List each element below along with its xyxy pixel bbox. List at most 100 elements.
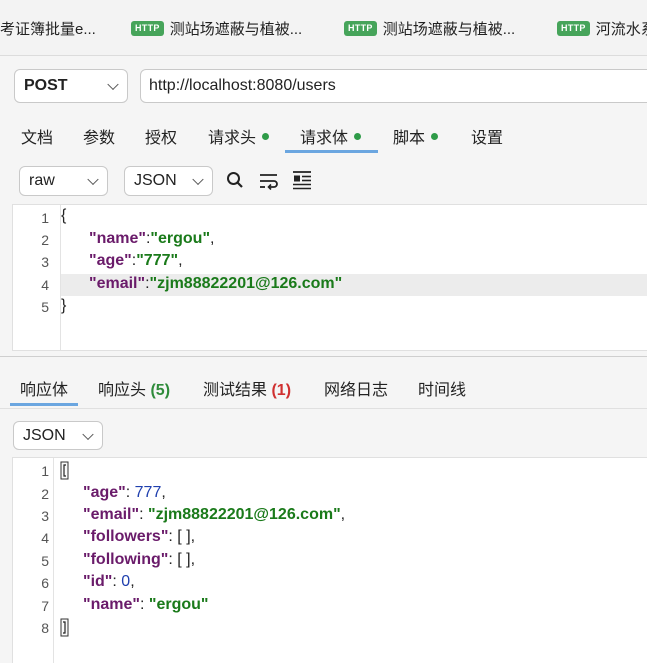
code-line: "followers": [ ], — [83, 528, 196, 545]
tab-label: 参数 — [83, 130, 116, 147]
tab-label: 网络日志 — [324, 382, 389, 399]
code-line: { — [61, 207, 66, 225]
tab-label: 响应体 — [20, 382, 69, 399]
json-key: "email" — [89, 275, 146, 292]
active-tab-indicator — [285, 150, 378, 153]
request-tab[interactable]: HTTP 河流水系 — [557, 15, 647, 41]
tab-params[interactable]: 参数 — [83, 124, 115, 148]
json-key: "followers" — [83, 528, 169, 545]
line-number: 2 — [41, 232, 49, 248]
method-select[interactable]: POST — [14, 69, 128, 103]
panel-divider[interactable] — [0, 356, 647, 357]
tab-settings[interactable]: 设置 — [471, 124, 503, 148]
url-value: http://localhost:8080/users — [149, 77, 336, 94]
response-body-viewer[interactable]: 1 2 3 4 5 6 7 8 "age": 777, "email": "zj… — [12, 457, 647, 663]
json-string: "zjm88822201@126.com" — [147, 506, 341, 523]
body-mode-select[interactable]: raw — [19, 166, 108, 196]
line-number: 3 — [41, 254, 49, 270]
json-string: "ergou" — [148, 596, 209, 613]
code-line: "id": 0, — [83, 573, 135, 590]
tab-label: 请求体 — [300, 130, 349, 147]
status-dot — [262, 133, 270, 141]
chevron-down-icon — [87, 173, 99, 186]
tab-label: 时间线 — [418, 382, 467, 399]
bracket-match-icon — [60, 461, 69, 480]
tab-test-results[interactable]: 测试结果 (1) — [203, 376, 291, 400]
line-number: 1 — [41, 463, 49, 479]
response-format-value: JSON — [23, 426, 66, 444]
tab-network-log[interactable]: 网络日志 — [324, 376, 388, 400]
tab-label: 脚本 — [393, 130, 426, 147]
response-format-select[interactable]: JSON — [13, 421, 103, 450]
brace: } — [61, 297, 67, 314]
tab-timeline[interactable]: 时间线 — [418, 376, 466, 400]
json-key: "name" — [89, 230, 146, 247]
code-line: "name":"ergou", — [89, 230, 215, 247]
request-tab-label: 测站场遮蔽与植被... — [382, 20, 516, 38]
method-value: POST — [24, 77, 68, 94]
status-dot — [431, 133, 439, 141]
request-tab[interactable]: HTTP 测站场遮蔽与植被... — [131, 15, 302, 41]
count-badge: (5) — [150, 382, 171, 399]
code-line: "age":"777", — [89, 252, 183, 269]
line-number: 5 — [41, 553, 49, 569]
body-format-select[interactable]: JSON — [124, 166, 213, 196]
http-badge: HTTP — [344, 20, 377, 36]
line-number: 6 — [41, 575, 49, 591]
line-number: 1 — [41, 210, 49, 226]
tab-docs[interactable]: 文档 — [21, 124, 53, 148]
line-number: 3 — [41, 508, 49, 524]
tab-auth[interactable]: 授权 — [145, 124, 177, 148]
tab-label: 响应头 — [98, 382, 147, 399]
json-string: "zjm88822201@126.com" — [149, 275, 343, 292]
tab-body[interactable]: 请求体 — [300, 124, 362, 148]
body-format-value: JSON — [134, 172, 177, 189]
request-tab[interactable]: 考证簿批量e... — [0, 15, 96, 41]
chevron-down-icon — [82, 428, 94, 440]
tab-response-headers[interactable]: 响应头 (5) — [98, 376, 170, 400]
json-key: "age" — [89, 252, 132, 269]
request-body-editor[interactable]: 1 2 3 4 5 { "name":"ergou", "age":"777",… — [12, 204, 647, 351]
request-tab-label: 考证簿批量e... — [0, 20, 96, 38]
http-badge: HTTP — [131, 20, 164, 36]
format-code-icon[interactable] — [292, 170, 312, 190]
code-line: "email":"zjm88822201@126.com" — [89, 275, 343, 292]
tab-label: 测试结果 — [203, 382, 268, 399]
json-key: "name" — [83, 596, 140, 613]
response-tabs: 响应体 响应头 (5) 测试结果 (1) 网络日志 时间线 — [0, 366, 647, 406]
tab-response-body[interactable]: 响应体 — [20, 376, 68, 400]
divider — [0, 408, 647, 409]
url-input[interactable]: http://localhost:8080/users — [140, 69, 647, 103]
wrap-lines-icon[interactable] — [259, 172, 279, 190]
tab-label: 设置 — [471, 130, 504, 147]
json-array: [ ] — [177, 551, 191, 568]
request-tab[interactable]: HTTP 测站场遮蔽与植被... — [344, 15, 515, 41]
json-key: "id" — [83, 573, 113, 590]
json-number: 777 — [134, 484, 162, 501]
request-nav-tabs: 文档 参数 授权 请求头 请求体 脚本 设置 — [0, 118, 647, 154]
body-mode-value: raw — [29, 172, 55, 189]
tab-label: 请求头 — [208, 130, 257, 147]
code-line: "name": "ergou" — [83, 596, 209, 613]
json-array: [ ] — [177, 528, 191, 545]
tab-headers[interactable]: 请求头 — [208, 124, 270, 148]
bracket-match-icon — [60, 618, 69, 637]
line-number: 7 — [41, 598, 49, 614]
status-dot — [354, 133, 362, 141]
chevron-down-icon — [192, 173, 204, 186]
tab-label: 授权 — [145, 130, 178, 147]
json-string: "ergou" — [150, 230, 211, 247]
brace: { — [61, 207, 67, 224]
tab-label: 文档 — [21, 130, 54, 147]
json-key: "email" — [83, 506, 140, 523]
request-tabs-bar: 考证簿批量e... HTTP 测站场遮蔽与植被... HTTP 测站场遮蔽与植被… — [0, 0, 647, 56]
line-number: 4 — [41, 530, 49, 546]
line-number: 4 — [41, 277, 49, 293]
count-badge: (1) — [271, 382, 292, 399]
search-icon[interactable] — [226, 171, 244, 189]
request-tab-label: 河流水系 — [595, 20, 647, 38]
code-line: "following": [ ], — [83, 551, 196, 568]
tab-scripts[interactable]: 脚本 — [393, 124, 439, 148]
chevron-down-icon — [107, 78, 119, 91]
json-string: "777" — [136, 252, 179, 269]
